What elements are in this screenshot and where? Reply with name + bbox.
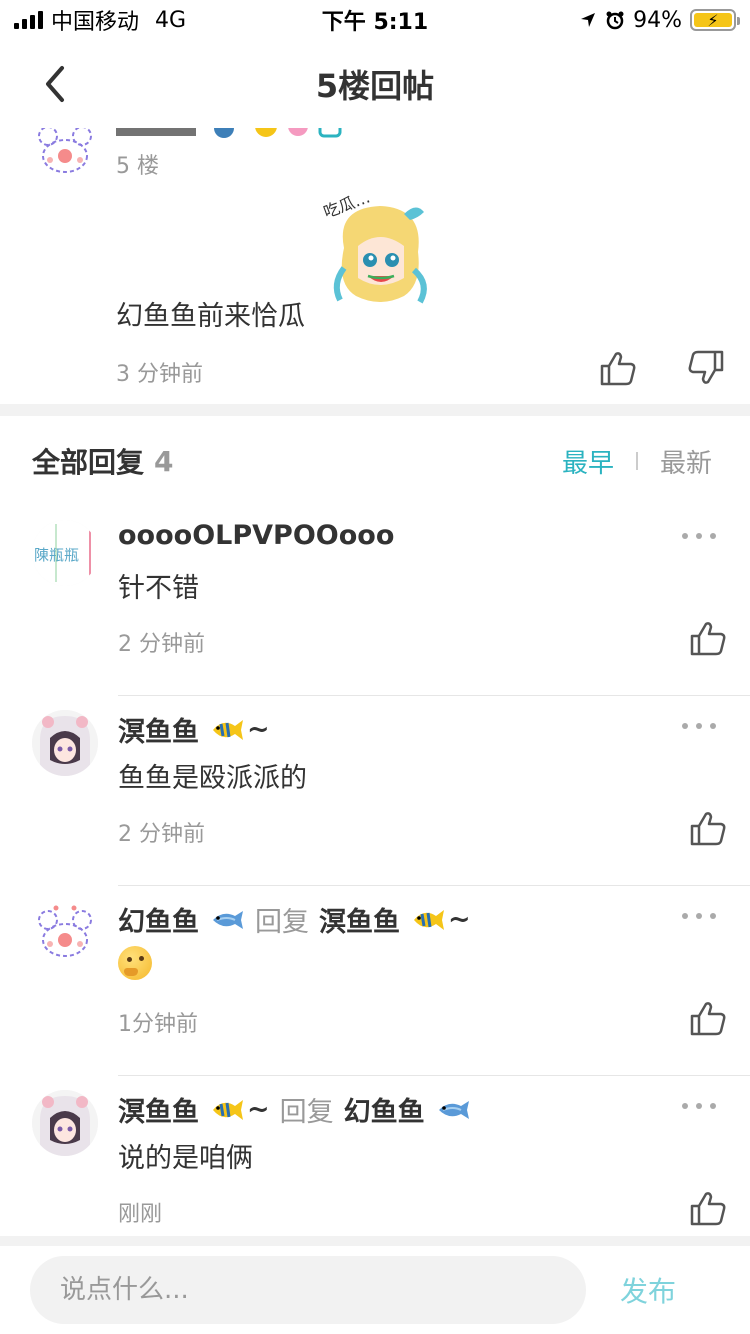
reply-target-suffix: ~	[448, 904, 471, 935]
sort-toggle: 最早 最新	[562, 443, 712, 480]
battery-icon: ⚡	[690, 9, 740, 31]
reply-target[interactable]: 幻鱼鱼	[344, 1090, 425, 1129]
replies-label: 全部回复	[32, 446, 145, 479]
svg-text:陳瓶瓶: 陳瓶瓶	[34, 546, 79, 564]
reply-header: 溟鱼鱼 ~ 回复 幻鱼鱼	[118, 1090, 471, 1129]
composer-divider	[0, 1236, 750, 1246]
comment-input[interactable]	[30, 1256, 586, 1324]
like-button[interactable]	[688, 998, 728, 1038]
publish-button[interactable]: 发布	[620, 1270, 676, 1310]
dislike-button[interactable]	[686, 348, 726, 388]
floor-author-clipped	[116, 128, 346, 145]
reply-item: 陳瓶瓶 ooooOLPVPOOooo 针不错 2 分钟前	[0, 506, 750, 696]
avatar-image: 陳瓶瓶	[32, 520, 98, 586]
tropical-fish-icon	[209, 1096, 245, 1124]
reply-author[interactable]: 幻鱼鱼	[118, 900, 199, 939]
location-arrow-icon	[581, 13, 596, 27]
back-button[interactable]	[32, 62, 76, 106]
sort-divider	[635, 452, 638, 470]
status-right: 94% ⚡	[579, 7, 740, 33]
reply-author[interactable]: 溟鱼鱼	[118, 1090, 199, 1129]
tropical-fish-icon	[410, 906, 446, 934]
reply-header: 溟鱼鱼 ~	[118, 710, 270, 749]
reply-item: 幻鱼鱼 回复 溟鱼鱼 ~ 1分钟前	[0, 886, 750, 1076]
reply-author[interactable]: 溟鱼鱼	[118, 710, 199, 749]
signal-icon	[14, 11, 43, 29]
thumbs-up-icon	[690, 812, 726, 846]
floor-content: 幻鱼鱼前来恰瓜	[116, 301, 305, 332]
reply-to-label: 回复	[279, 1097, 334, 1128]
like-button[interactable]	[688, 1188, 728, 1228]
section-divider	[0, 404, 750, 416]
like-button[interactable]	[688, 808, 728, 848]
reply-author-suffix: ~	[247, 714, 270, 745]
avatar-image	[32, 900, 98, 966]
avatar[interactable]	[32, 900, 98, 966]
reply-text	[118, 946, 152, 987]
fish-icon	[209, 908, 245, 932]
reply-to-label: 回复	[255, 907, 309, 938]
thumbs-up-icon	[690, 1192, 726, 1226]
network-type: 4G	[155, 7, 187, 33]
reply-target[interactable]: 溟鱼鱼	[319, 900, 400, 939]
floor-time: 3 分钟前	[116, 362, 203, 387]
tropical-fish-icon	[209, 716, 245, 744]
thumbs-up-icon	[600, 352, 636, 386]
more-options-button[interactable]	[682, 1100, 716, 1112]
nav-bar: 5楼回帖	[0, 40, 750, 128]
page-title: 5楼回帖	[315, 67, 435, 105]
avatar[interactable]	[32, 128, 98, 182]
reply-text: 鱼鱼是殴派派的	[118, 763, 307, 794]
reply-time: 2 分钟前	[118, 632, 205, 657]
avatar-image	[32, 128, 98, 182]
more-options-button[interactable]	[682, 720, 716, 732]
thumbs-down-icon	[688, 350, 724, 384]
floor-post: 5 楼 吃瓜… 幻鱼鱼前来恰瓜 3 分钟前	[0, 128, 750, 404]
battery-percent: 94%	[633, 7, 682, 33]
thinking-face-icon	[118, 946, 152, 980]
reply-author[interactable]: ooooOLPVPOOooo	[118, 520, 394, 551]
more-options-button[interactable]	[682, 530, 716, 542]
sort-earliest-tab[interactable]: 最早	[562, 443, 614, 480]
avatar[interactable]	[32, 1090, 98, 1156]
more-options-button[interactable]	[682, 910, 716, 922]
reply-time: 刚刚	[118, 1202, 163, 1227]
reply-author-suffix: ~	[247, 1094, 270, 1125]
reply-text: 说的是咱俩	[118, 1143, 253, 1174]
melon-eating-sticker: 吃瓜…	[318, 187, 442, 312]
composer-bar: 发布	[0, 1246, 750, 1334]
avatar-image	[32, 710, 98, 776]
replies-count: 4	[154, 444, 174, 478]
author-badges-icon	[116, 128, 342, 138]
like-button[interactable]	[688, 618, 728, 658]
replies-header: 全部回复 4 最早 最新	[0, 416, 750, 506]
reply-time: 1分钟前	[118, 1012, 198, 1037]
thumbs-up-icon	[690, 622, 726, 656]
avatar-image	[32, 1090, 98, 1156]
reply-time: 2 分钟前	[118, 822, 205, 847]
floor-number: 5 楼	[116, 154, 159, 179]
chevron-left-icon	[46, 66, 64, 102]
reply-text: 针不错	[118, 573, 199, 604]
status-left: 中国移动 4G	[14, 4, 186, 36]
like-button[interactable]	[598, 348, 638, 388]
status-bar: 中国移动 4G 下午 5:11 94% ⚡	[0, 0, 750, 40]
reply-item: 溟鱼鱼 ~ 鱼鱼是殴派派的 2 分钟前	[0, 696, 750, 886]
reply-header: 幻鱼鱼 回复 溟鱼鱼 ~	[118, 900, 471, 939]
fish-icon	[435, 1098, 471, 1122]
avatar[interactable]: 陳瓶瓶	[32, 520, 98, 586]
reply-header: ooooOLPVPOOooo	[118, 520, 394, 551]
thumbs-up-icon	[690, 1002, 726, 1036]
alarm-icon	[606, 11, 624, 30]
sort-latest-tab[interactable]: 最新	[660, 443, 712, 480]
avatar[interactable]	[32, 710, 98, 776]
carrier: 中国移动	[51, 10, 140, 35]
